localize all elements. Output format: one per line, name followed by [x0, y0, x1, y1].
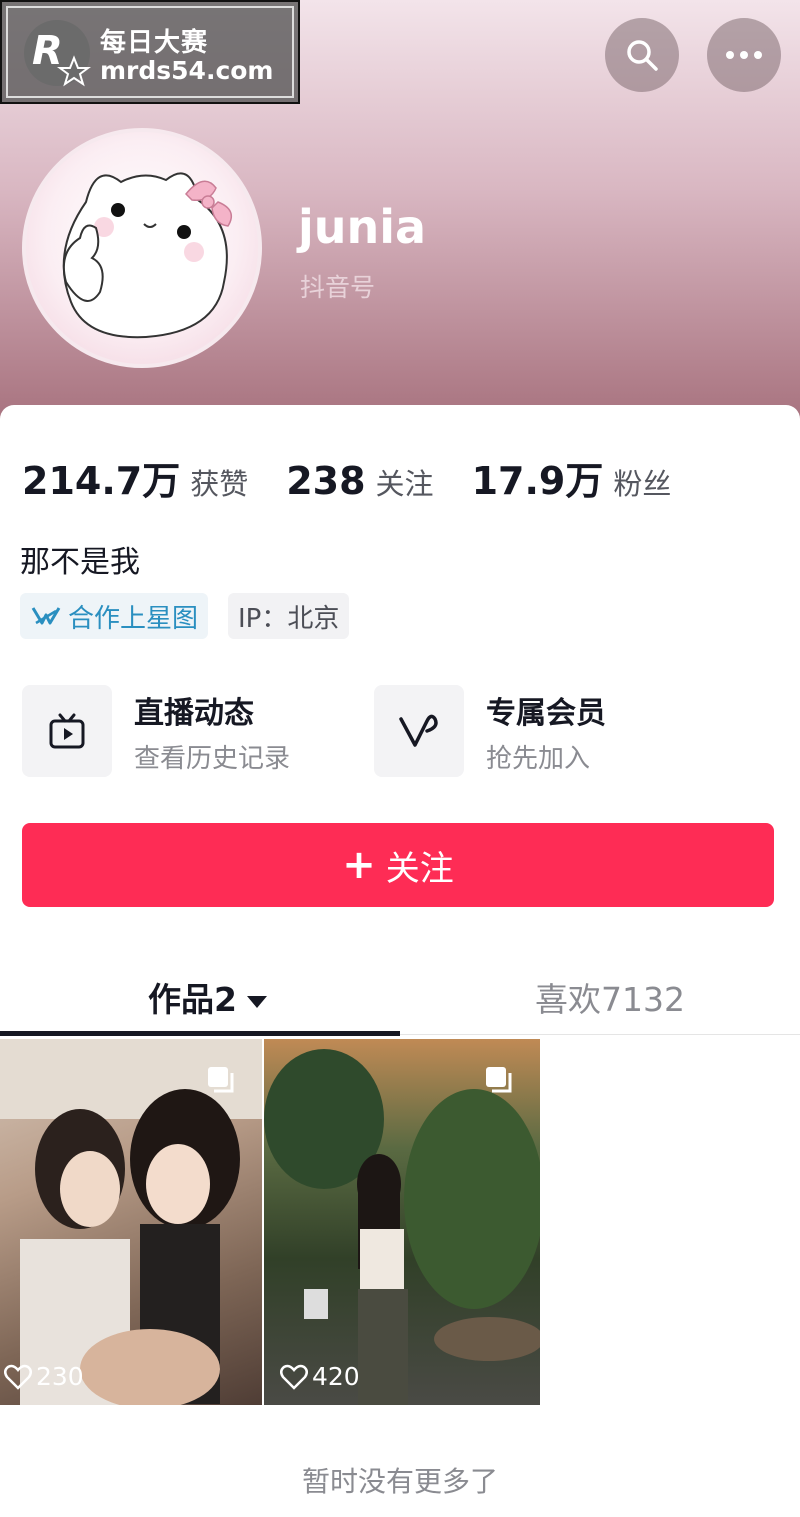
no-more-content-text: 暂时没有更多了	[301, 1465, 498, 1498]
member-subtitle: 抢先加入	[486, 743, 591, 774]
tab-likes-label: 喜欢7132	[535, 980, 685, 1019]
tab-works[interactable]: 作品2	[148, 973, 267, 1021]
tab-divider	[400, 1034, 800, 1035]
plus-icon: +	[342, 842, 376, 888]
xingtu-icon	[31, 607, 61, 625]
multi-image-icon	[208, 1067, 234, 1093]
member-title: 专属会员	[486, 695, 606, 731]
tv-icon	[49, 713, 85, 749]
content-tabs: 作品2 喜欢7132	[0, 955, 800, 1039]
multi-image-icon	[486, 1067, 512, 1093]
followers-count[interactable]: 17.9万	[472, 450, 604, 505]
video-likes: 230	[4, 1362, 84, 1391]
svc-text: 直播动态 查看历史记录	[134, 688, 290, 775]
followers-label[interactable]: 粉丝	[613, 461, 671, 503]
video-thumbnail[interactable]: 420	[264, 1039, 540, 1405]
exclusive-member-entry[interactable]: 专属会员 抢先加入	[374, 685, 606, 777]
watermark-overlay: R 每日大赛 mrds54.com	[0, 0, 300, 104]
likes-count: 214.7万	[22, 459, 181, 503]
live-activity-title: 直播动态	[134, 695, 254, 731]
watermark-title: 每日大赛	[100, 28, 209, 58]
more-icon	[726, 51, 762, 59]
active-tab-indicator	[0, 1031, 400, 1036]
stats-row: 214.7万 获赞 238 关注 17.9万 粉丝	[22, 450, 671, 505]
follow-label: 关注	[385, 848, 454, 889]
xingtu-tag[interactable]: 合作上星图	[20, 593, 209, 639]
likes-label: 获赞	[190, 467, 249, 501]
more-button[interactable]	[707, 18, 781, 92]
follow-button[interactable]: + 关注	[22, 823, 774, 907]
heart-outline-icon	[280, 1364, 308, 1390]
ip-location-label: IP：北京	[238, 603, 340, 634]
douyin-id-label[interactable]: 抖音号	[300, 268, 375, 304]
search-icon	[627, 40, 658, 71]
heart-outline-icon	[4, 1364, 32, 1390]
following-count[interactable]: 238	[286, 459, 365, 503]
live-activity-entry[interactable]: 直播动态 查看历史记录	[22, 685, 290, 777]
tab-works-label: 作品2	[148, 980, 237, 1019]
profile-header: R 每日大赛 mrds54.com junia 抖音号	[0, 0, 800, 420]
svc-icon-box	[22, 685, 112, 777]
watermark-url: mrds54.com	[100, 56, 274, 85]
avatar[interactable]	[22, 128, 262, 368]
username: junia	[298, 200, 427, 254]
tab-likes[interactable]: 喜欢7132	[535, 973, 685, 1021]
watermark-logo-icon: R	[24, 20, 91, 87]
video-likes-count: 420	[312, 1362, 360, 1391]
profile-card: 214.7万 获赞 238 关注 17.9万 粉丝 那不是我 合作上星图 IP：…	[0, 405, 800, 1517]
live-activity-subtitle: 查看历史记录	[134, 743, 291, 774]
video-thumbnail[interactable]: 230	[0, 1039, 262, 1405]
following-label[interactable]: 关注	[376, 461, 434, 503]
cat-avatar-icon	[62, 172, 233, 339]
video-likes-count: 230	[36, 1362, 84, 1391]
video-likes: 420	[280, 1362, 360, 1391]
v-heart-icon	[399, 714, 438, 747]
ip-location-tag: IP：北京	[228, 593, 350, 639]
caret-down-icon	[246, 995, 267, 1008]
svc-text: 专属会员 抢先加入	[486, 688, 606, 775]
bio-text: 那不是我	[20, 545, 140, 580]
search-button[interactable]	[605, 18, 679, 92]
xingtu-label: 合作上星图	[68, 603, 199, 634]
svc-icon-box	[374, 685, 464, 777]
